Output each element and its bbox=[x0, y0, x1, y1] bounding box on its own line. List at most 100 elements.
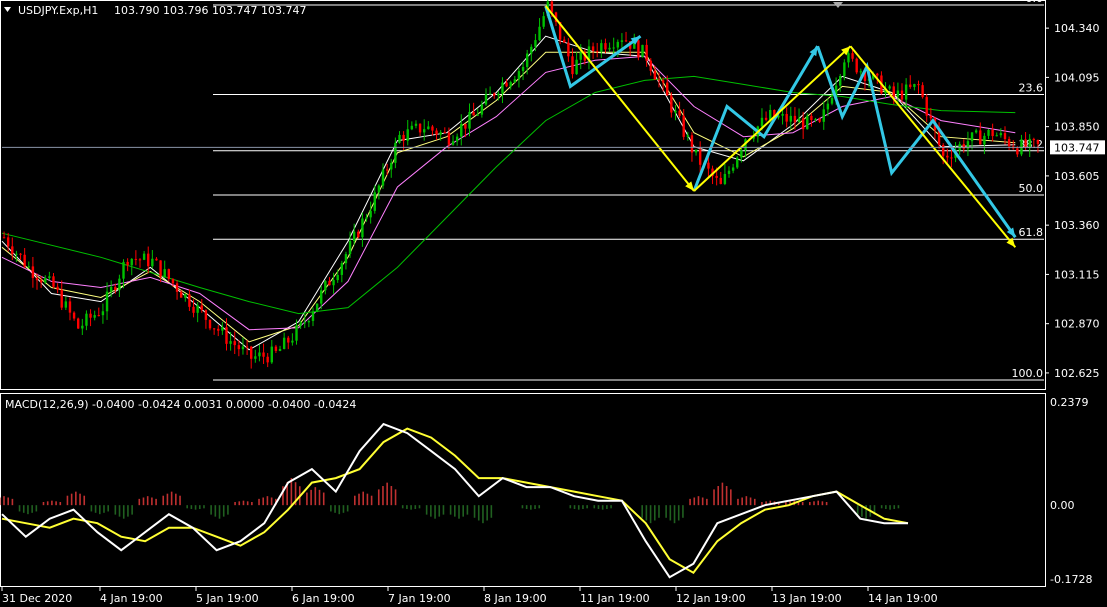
candle-body bbox=[274, 346, 278, 351]
candle-body bbox=[447, 132, 451, 145]
candle-body bbox=[138, 259, 142, 261]
candle-body bbox=[801, 118, 805, 130]
candle-body bbox=[39, 280, 43, 283]
candle-body bbox=[6, 237, 10, 247]
candle-body bbox=[653, 70, 657, 80]
candle-body bbox=[904, 84, 908, 100]
candle-body bbox=[909, 84, 912, 87]
candle-body bbox=[946, 155, 949, 158]
candle-body bbox=[56, 286, 59, 290]
candle-body bbox=[740, 150, 743, 158]
candle-body bbox=[855, 58, 858, 73]
candle-body bbox=[719, 177, 722, 184]
candle-body bbox=[114, 286, 117, 291]
current-price-label: 103.747 bbox=[1054, 141, 1100, 154]
candle-body bbox=[431, 126, 434, 131]
candle-body bbox=[917, 84, 920, 86]
candle-body bbox=[995, 135, 998, 137]
price-tick-label-4: 103.360 bbox=[1054, 219, 1100, 232]
time-tick-label-2: 5 Jan 19:00 bbox=[196, 592, 259, 605]
time-tick-label-3: 6 Jan 19:00 bbox=[292, 592, 355, 605]
candle-body bbox=[962, 144, 965, 149]
candle-body bbox=[612, 47, 615, 49]
candle-body bbox=[637, 40, 640, 58]
candle-body bbox=[715, 175, 718, 178]
candle-body bbox=[991, 129, 994, 137]
candle-body bbox=[847, 53, 850, 63]
candle-body bbox=[596, 50, 599, 52]
candle-body bbox=[373, 192, 376, 211]
candle-body bbox=[427, 126, 430, 130]
candle-body bbox=[381, 169, 385, 186]
candle-body bbox=[505, 82, 508, 87]
candle-body bbox=[670, 95, 673, 113]
candle-body bbox=[204, 310, 208, 320]
candle-body bbox=[563, 39, 566, 43]
price-tick-label-7: 102.625 bbox=[1054, 367, 1100, 380]
trading-chart[interactable]: 0.023.638.250.061.8100.0 104.340104.0951… bbox=[0, 0, 1107, 607]
candle-body bbox=[455, 136, 459, 142]
candle-body bbox=[727, 170, 731, 174]
candle-body bbox=[287, 337, 290, 343]
candle-body bbox=[245, 346, 249, 348]
candle-body bbox=[15, 253, 18, 255]
candle-body bbox=[192, 306, 195, 313]
candle-body bbox=[942, 144, 945, 156]
candle-body bbox=[184, 294, 187, 298]
candle-body bbox=[394, 142, 397, 163]
candle-body bbox=[600, 43, 603, 52]
candle-body bbox=[171, 278, 175, 284]
candle-body bbox=[641, 44, 644, 58]
candle-body bbox=[270, 346, 273, 363]
chart-menu-triangle-icon[interactable] bbox=[4, 7, 11, 12]
candle-body bbox=[151, 258, 154, 267]
candle-body bbox=[443, 132, 446, 134]
candle-body bbox=[451, 141, 455, 145]
candle-body bbox=[497, 93, 500, 96]
candle-body bbox=[307, 320, 311, 323]
candle-body bbox=[781, 113, 784, 116]
candle-body bbox=[575, 59, 578, 75]
time-axis: 31 Dec 2020 4 Jan 19:00 5 Jan 19:00 6 Jan 1… bbox=[1, 587, 938, 605]
ohlc-label: 103.790 103.796 103.747 103.747 bbox=[114, 4, 306, 17]
candle-body bbox=[678, 110, 681, 116]
candle-body bbox=[542, 16, 545, 27]
candle-body bbox=[229, 341, 232, 344]
price-tick-label-5: 103.115 bbox=[1054, 268, 1100, 281]
candle-body bbox=[974, 130, 978, 133]
candle-body bbox=[579, 52, 582, 60]
candle-body bbox=[764, 117, 768, 120]
candle-body bbox=[950, 157, 953, 159]
candle-body bbox=[892, 86, 895, 97]
moving-average-2 bbox=[1, 55, 1016, 331]
trend-arrows bbox=[544, 5, 1017, 248]
candle-body bbox=[509, 82, 512, 87]
candle-body bbox=[521, 66, 525, 72]
candle-body bbox=[983, 135, 986, 145]
candle-body bbox=[468, 111, 471, 129]
candle-body bbox=[311, 311, 315, 321]
candle-body bbox=[888, 86, 891, 89]
candle-body bbox=[666, 82, 669, 96]
candle-body bbox=[913, 84, 916, 87]
candle-body bbox=[484, 94, 488, 105]
candle-body bbox=[530, 46, 533, 54]
candle-body bbox=[179, 291, 183, 298]
candle-body bbox=[896, 90, 900, 97]
candle-body bbox=[262, 352, 265, 357]
candle-body bbox=[921, 85, 924, 98]
candle-body bbox=[315, 303, 319, 312]
candle-body bbox=[686, 135, 690, 137]
candle-body bbox=[843, 62, 846, 77]
macd-signal-line bbox=[1, 427, 909, 575]
candle-body bbox=[418, 123, 422, 133]
candle-body bbox=[1036, 140, 1040, 144]
candle-body bbox=[97, 315, 100, 317]
candle-body bbox=[357, 231, 360, 238]
candle-body bbox=[793, 115, 797, 123]
candle-body bbox=[608, 47, 611, 50]
candle-body bbox=[19, 253, 22, 255]
candle-body bbox=[64, 301, 68, 308]
candle-body bbox=[818, 118, 821, 122]
moving-average-1 bbox=[1, 51, 1016, 343]
